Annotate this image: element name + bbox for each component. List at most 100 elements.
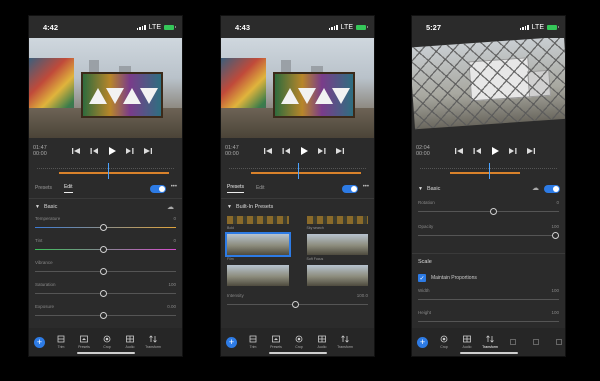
slider-label: Saturation [35,282,56,287]
share-icon[interactable] [506,338,520,346]
tool-audio[interactable]: Audio [315,335,329,349]
slider-rotation[interactable]: Rotation 0 [412,199,565,223]
battery-icon [356,24,368,30]
total-timecode: 00:00 [33,151,47,157]
enable-toggle[interactable] [150,185,166,193]
slider-value: 100 [551,224,559,229]
tool-transform[interactable]: Transform [337,335,353,349]
audio-icon [126,335,134,343]
tool-crop[interactable]: Crop [292,335,306,349]
preset-name: Film [227,257,234,261]
phone-screen-edit: 4:42 LTE 01:47 00:00 Presets Edit ••• ▼ … [28,15,183,357]
slider-value: 0.00 [167,304,176,309]
tab-edit[interactable]: Edit [256,185,265,193]
skip-start-icon[interactable] [263,147,272,156]
preset-item[interactable]: Sky search [306,216,368,230]
tab-presets[interactable]: Presets [35,185,52,193]
add-button[interactable]: + [226,336,237,348]
slider-knob[interactable] [489,208,497,215]
tool-trim[interactable]: Trim [54,335,68,349]
preset-item[interactable]: Soft Focus [306,234,368,261]
preset-thumbnail [306,216,368,224]
tool-transform[interactable]: Transform [145,335,161,349]
video-preview[interactable] [29,38,182,138]
step-forward-icon[interactable] [508,147,517,156]
step-back-icon[interactable] [281,147,290,156]
preset-item[interactable]: Bold [227,216,289,230]
preset-item[interactable] [227,265,289,292]
tab-presets[interactable]: Presets [227,184,244,193]
add-button[interactable]: + [417,336,428,348]
timeline[interactable] [29,163,182,179]
slider-knob[interactable] [100,224,107,231]
enable-toggle[interactable] [342,185,358,193]
duplicate-icon[interactable] [529,338,543,346]
step-forward-icon[interactable] [125,147,134,156]
preset-item[interactable] [306,265,368,292]
timeline[interactable] [412,163,565,179]
slider-saturation[interactable]: Saturation 100 [29,281,182,303]
slider-knob[interactable] [292,301,299,308]
more-icon[interactable]: ••• [171,184,177,190]
slider-vibrance[interactable]: Vibrance [29,259,182,281]
checkmark-icon[interactable]: ✓ [418,274,426,282]
slider-tint[interactable]: Tint 0 [29,237,182,259]
slider-value: 0 [556,200,559,205]
tool-audio[interactable]: Audio [123,335,137,349]
step-forward-icon[interactable] [317,147,326,156]
playback-controls: 02:04 00:00 [412,140,565,162]
add-button[interactable]: + [34,336,45,348]
step-back-icon[interactable] [472,147,481,156]
slider-opacity[interactable]: Opacity 100 [412,223,565,247]
tool-audio[interactable]: Audio [460,335,474,349]
status-time: 4:42 [43,22,59,32]
reset-icon[interactable]: ☁ [532,184,539,192]
skip-start-icon[interactable] [454,147,463,156]
tool-presets[interactable]: Presets [269,335,283,349]
tool-trim[interactable]: Trim [246,335,260,349]
play-icon[interactable] [107,147,116,156]
trim-icon [57,335,65,343]
skip-end-icon[interactable] [335,147,344,156]
chevron-down-icon[interactable]: ▼ [227,204,232,210]
slider-exposure[interactable]: Exposure 0.00 [29,303,182,325]
preset-item[interactable]: Film [225,232,291,261]
more-icon[interactable]: ••• [363,184,369,190]
chevron-down-icon[interactable]: ▼ [35,204,40,210]
skip-end-icon[interactable] [143,147,152,156]
slider-knob[interactable] [100,246,107,253]
preset-thumbnail [227,265,289,286]
chevron-down-icon[interactable]: ▼ [418,186,423,192]
status-bar: 4:43 LTE [221,16,374,38]
slider-knob[interactable] [100,268,107,275]
playback-controls: 01:47 00:00 [29,140,182,162]
tool-crop[interactable]: Crop [437,335,451,349]
maintain-proportions-checkbox[interactable]: ✓ Maintain Proportions [412,269,565,287]
tool-label: Audio [125,345,135,349]
skip-start-icon[interactable] [71,147,80,156]
slider-temperature[interactable]: Temperature 0 [29,215,182,237]
delete-icon[interactable] [552,338,565,346]
slider-value: 100 [168,282,176,287]
timeline[interactable] [221,163,374,179]
tool-presets[interactable]: Presets [77,335,91,349]
slider-knob[interactable] [551,232,559,239]
play-icon[interactable] [490,147,499,156]
slider-knob[interactable] [100,290,107,297]
transform-panel: ▼ Basic ☁ Rotation 0 Opacity 100 Scale ✓ Ma… [412,179,565,331]
enable-toggle[interactable] [544,185,560,193]
video-preview[interactable] [221,38,374,138]
slider-label: Intensity [227,293,244,298]
slider-width[interactable]: Width 100 [412,287,565,309]
tab-edit[interactable]: Edit [63,184,73,193]
step-back-icon[interactable] [89,147,98,156]
preset-name: Bold [227,226,235,230]
reset-icon[interactable]: ☁ [167,203,174,211]
skip-end-icon[interactable] [526,147,535,156]
slider-knob[interactable] [100,312,107,319]
tool-transform[interactable]: Transform [482,335,498,349]
tool-crop[interactable]: Crop [100,335,114,349]
intensity-slider[interactable]: Intensity 100.0 [221,292,374,314]
video-preview[interactable] [412,38,565,138]
play-icon[interactable] [299,147,308,156]
